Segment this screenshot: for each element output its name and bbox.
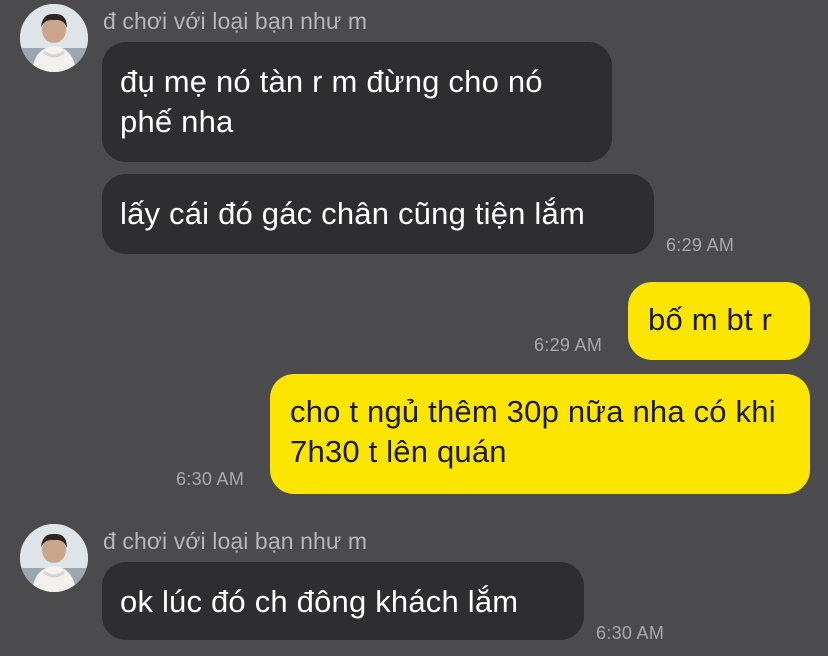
chat-thread: đ chơi với loại bạn như m đụ mẹ nó tàn r… xyxy=(0,0,828,656)
message-bubble-incoming[interactable]: lấy cái đó gác chân cũng tiện lắm xyxy=(102,174,654,254)
message-bubble-incoming[interactable]: đụ mẹ nó tàn r m đừng cho nó phế nha xyxy=(102,42,612,162)
sender-name: đ chơi với loại bạn như m xyxy=(103,8,368,34)
message-timestamp: 6:29 AM xyxy=(534,335,603,355)
message-text: lấy cái đó gác chân cũng tiện lắm xyxy=(120,196,585,231)
message-timestamp: 6:29 AM xyxy=(666,235,735,255)
message-bubble-outgoing[interactable]: bố m bt r xyxy=(628,282,810,360)
sender-name: đ chơi với loại bạn như m xyxy=(103,528,368,554)
message-timestamp: 6:30 AM xyxy=(596,623,665,643)
message-bubble-incoming[interactable]: ok lúc đó ch đông khách lắm xyxy=(102,562,584,640)
message-text: bố m bt r xyxy=(648,302,773,337)
message-bubble-outgoing[interactable]: cho t ngủ thêm 30p nữa nha có khi 7h30 t… xyxy=(270,374,810,494)
avatar-photo-icon xyxy=(20,4,88,72)
message-timestamp: 6:30 AM xyxy=(176,469,245,489)
message-text: cho t ngủ thêm 30p nữa nha có khi 7h30 t… xyxy=(290,394,776,469)
contact-avatar[interactable] xyxy=(20,524,88,592)
avatar-photo-icon xyxy=(20,524,88,592)
contact-avatar[interactable] xyxy=(20,4,88,72)
message-text: ok lúc đó ch đông khách lắm xyxy=(120,584,519,619)
message-text: đụ mẹ nó tàn r m đừng cho nó phế nha xyxy=(120,64,543,139)
